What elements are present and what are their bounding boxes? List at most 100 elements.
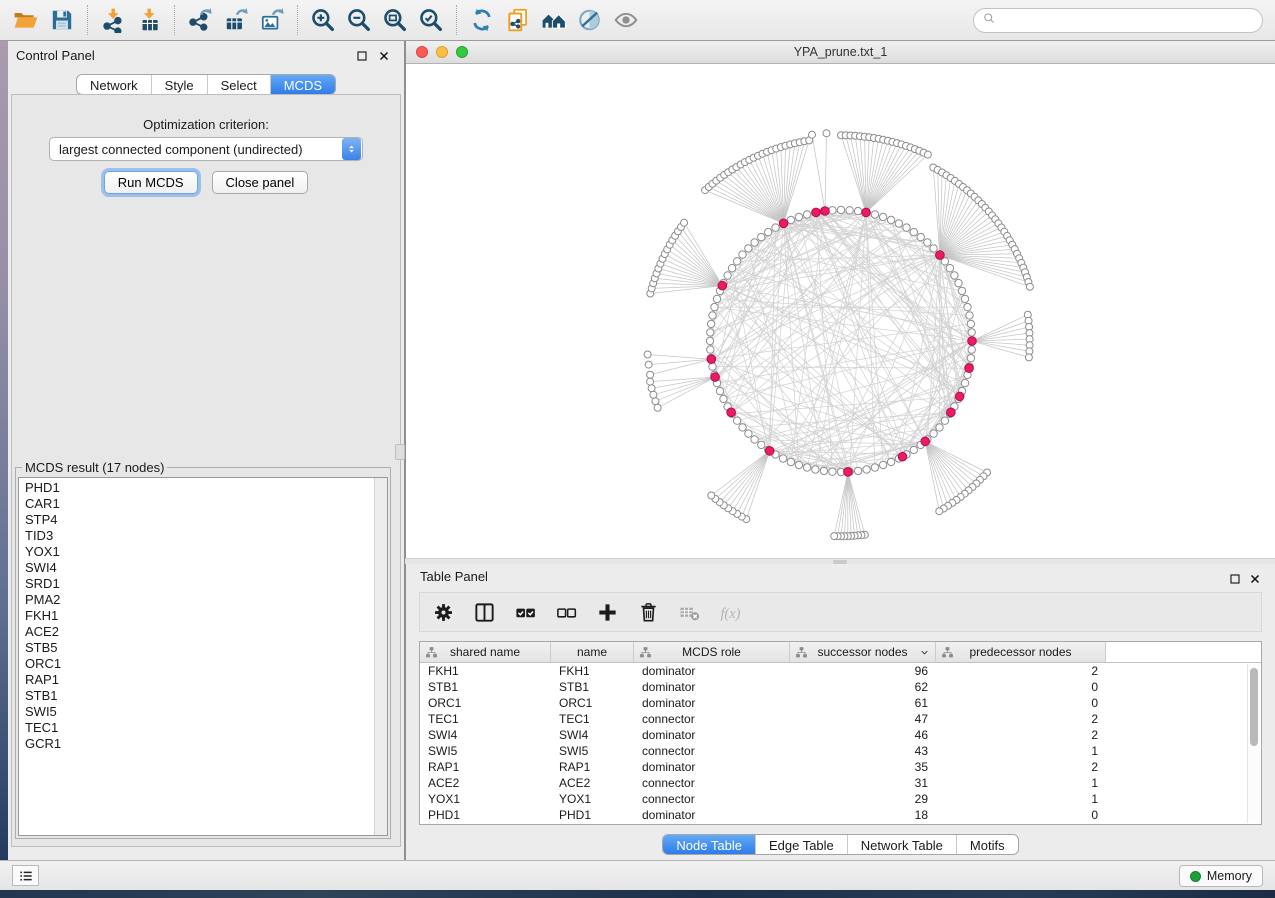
network-node[interactable] (854, 467, 861, 474)
import-network-button[interactable] (95, 3, 131, 37)
mcds-dominator-node[interactable] (812, 208, 821, 217)
network-node[interactable] (647, 371, 654, 378)
network-node[interactable] (758, 233, 765, 240)
network-node[interactable] (709, 312, 716, 319)
memory-button[interactable]: Memory (1179, 865, 1263, 887)
mcds-dominator-node[interactable] (921, 437, 930, 446)
columns-button[interactable] (471, 599, 497, 625)
close-window-icon[interactable] (416, 46, 428, 58)
network-node[interactable] (903, 224, 910, 231)
network-node[interactable] (887, 216, 894, 223)
table-row[interactable]: ACE2ACE2connector311 (420, 775, 1261, 791)
network-node[interactable] (924, 151, 931, 158)
network-node[interactable] (733, 417, 740, 424)
table-row[interactable]: STB1STB1dominator620 (420, 679, 1261, 695)
table-row[interactable]: PHD1PHD1dominator180 (420, 807, 1261, 823)
run-mcds-button[interactable]: Run MCDS (104, 171, 198, 194)
tab-network-table[interactable]: Network Table (847, 835, 956, 854)
network-node[interactable] (711, 303, 718, 310)
column-header-shared-name[interactable]: shared name (420, 642, 551, 662)
network-node[interactable] (1025, 354, 1032, 361)
mcds-dominator-node[interactable] (955, 392, 964, 401)
network-node[interactable] (758, 441, 765, 448)
search-input[interactable] (1001, 13, 1254, 29)
export-table-button[interactable] (218, 3, 254, 37)
network-node[interactable] (837, 206, 844, 213)
mcds-result-node[interactable]: PHD1 (25, 480, 371, 496)
table-row[interactable]: SWI4SWI4dominator462 (420, 727, 1261, 743)
mcds-result-node[interactable]: STB1 (25, 688, 371, 704)
network-node[interactable] (779, 455, 786, 462)
zoom-fit-button[interactable] (377, 3, 413, 37)
network-node[interactable] (720, 395, 727, 402)
column-header-MCDS-role[interactable]: MCDS role (634, 642, 790, 662)
network-node[interactable] (716, 387, 723, 394)
delete-button[interactable] (635, 599, 661, 625)
zoom-out-button[interactable] (341, 3, 377, 37)
vertical-splitter-handle[interactable] (395, 444, 405, 460)
mcds-result-node[interactable]: STB5 (25, 640, 371, 656)
network-node[interactable] (967, 320, 974, 327)
mcds-dominator-node[interactable] (947, 408, 956, 417)
network-node[interactable] (846, 207, 853, 214)
mcds-result-node[interactable]: SWI4 (25, 560, 371, 576)
network-node[interactable] (654, 404, 661, 411)
mcds-result-node[interactable]: GCR1 (25, 736, 371, 752)
network-node[interactable] (733, 258, 740, 265)
mcds-dominator-node[interactable] (898, 452, 907, 461)
network-node[interactable] (936, 424, 943, 431)
network-node[interactable] (961, 295, 968, 302)
column-header-successor-nodes[interactable]: successor nodes (790, 642, 936, 662)
mcds-dominator-node[interactable] (936, 251, 945, 260)
mcds-dominator-node[interactable] (711, 373, 720, 382)
network-node[interactable] (803, 211, 810, 218)
network-canvas[interactable] (406, 64, 1275, 557)
refresh-button[interactable] (464, 3, 500, 37)
network-node[interactable] (648, 385, 655, 392)
network-node[interactable] (966, 312, 973, 319)
mcds-dominator-node[interactable] (718, 281, 727, 290)
network-node[interactable] (958, 287, 965, 294)
network-node[interactable] (961, 379, 968, 386)
network-node[interactable] (739, 424, 746, 431)
deselect-all-button[interactable] (553, 599, 579, 625)
column-header-name[interactable]: name (551, 642, 634, 662)
network-node[interactable] (1026, 283, 1033, 290)
float-table-panel-icon[interactable] (1229, 573, 1241, 585)
home-button[interactable] (536, 3, 572, 37)
table-row[interactable]: ORC1ORC1dominator610 (420, 695, 1261, 711)
network-node[interactable] (924, 239, 931, 246)
export-image-button[interactable] (254, 3, 290, 37)
show-graphics-details-button[interactable] (608, 3, 644, 37)
network-node[interactable] (930, 245, 937, 252)
network-node[interactable] (709, 363, 716, 370)
mcds-result-node[interactable]: TEC1 (25, 720, 371, 736)
network-node[interactable] (941, 417, 948, 424)
network-node[interactable] (863, 466, 870, 473)
table-row[interactable]: FKH1FKH1dominator962 (420, 663, 1261, 679)
mcds-result-node[interactable]: YOX1 (25, 544, 371, 560)
network-node[interactable] (706, 337, 713, 344)
network-node[interactable] (728, 265, 735, 272)
mcds-result-node[interactable]: ORC1 (25, 656, 371, 672)
mcds-dominator-node[interactable] (862, 208, 871, 217)
network-node[interactable] (967, 354, 974, 361)
network-node[interactable] (645, 361, 652, 368)
minimize-window-icon[interactable] (436, 46, 448, 58)
mcds-dominator-node[interactable] (707, 355, 716, 364)
network-node[interactable] (955, 279, 962, 286)
network-node[interactable] (795, 461, 802, 468)
maximize-window-icon[interactable] (456, 46, 468, 58)
mcds-dominator-node[interactable] (779, 219, 788, 228)
network-node[interactable] (708, 492, 715, 499)
gear-button[interactable] (430, 599, 456, 625)
network-node[interactable] (812, 466, 819, 473)
network-node[interactable] (930, 430, 937, 437)
column-header-predecessor-nodes[interactable]: predecessor nodes (936, 642, 1106, 662)
network-node[interactable] (772, 224, 779, 231)
mcds-dominator-node[interactable] (765, 447, 774, 456)
mcds-result-node[interactable]: ACE2 (25, 624, 371, 640)
network-node[interactable] (644, 351, 651, 358)
network-node[interactable] (707, 320, 714, 327)
network-node[interactable] (787, 458, 794, 465)
